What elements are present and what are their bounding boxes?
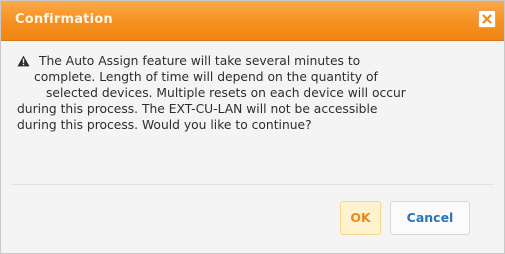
close-button[interactable] (478, 10, 496, 28)
cancel-button[interactable]: Cancel (390, 201, 470, 235)
button-divider (11, 184, 494, 185)
message-line: The Auto Assign feature will take severa… (17, 53, 491, 69)
ok-button[interactable]: OK (340, 201, 381, 235)
message-line: selected devices. Multiple resets on eac… (46, 86, 406, 100)
message-line: during this process. Would you like to c… (17, 118, 312, 132)
confirmation-dialog: Confirmation The Auto Assign feature wil… (0, 0, 505, 254)
dialog-message: The Auto Assign feature will take severa… (17, 53, 491, 133)
message-line: complete. Length of time will depend on … (34, 70, 378, 84)
close-icon (482, 14, 492, 24)
dialog-title: Confirmation (15, 12, 113, 27)
message-line-text: The Auto Assign feature will take severa… (39, 54, 361, 68)
warning-icon (17, 55, 30, 67)
message-line: during this process. The EXT-CU-LAN will… (17, 102, 378, 116)
dialog-titlebar[interactable]: Confirmation (1, 1, 504, 41)
